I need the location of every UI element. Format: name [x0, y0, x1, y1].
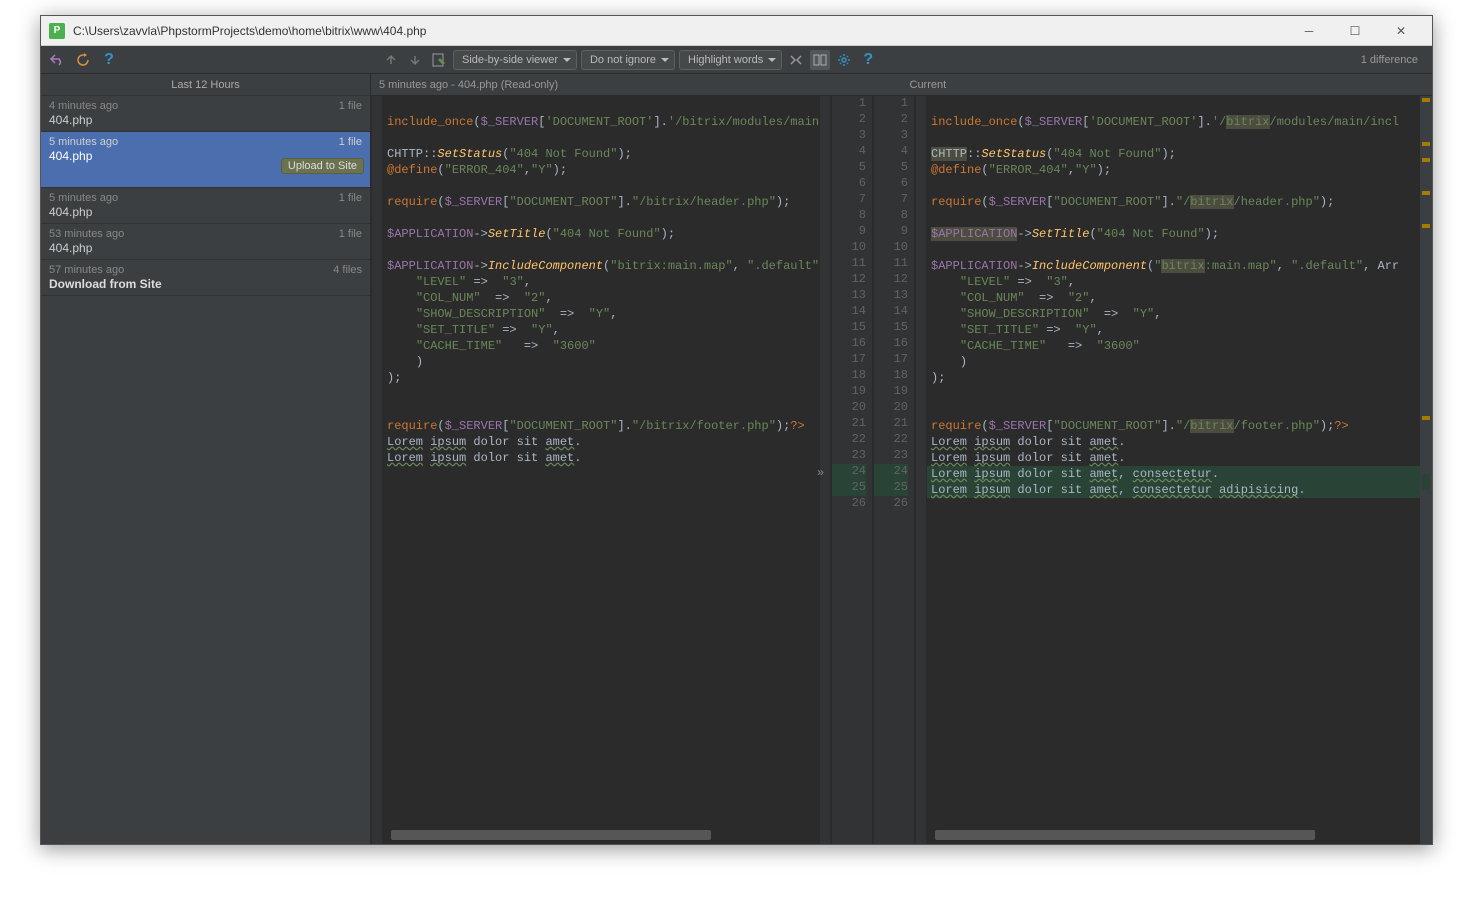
history-time: 5 minutes ago: [49, 192, 118, 204]
warning-marker[interactable]: [1422, 191, 1430, 195]
history-file: 404.php: [49, 241, 362, 255]
marker-strip[interactable]: [1420, 96, 1432, 844]
history-file-count: 4 files: [333, 264, 362, 276]
refresh-icon[interactable]: [73, 50, 93, 70]
history-file-count: 1 file: [339, 228, 362, 240]
history-item[interactable]: 5 minutes ago 1 file 404.php: [41, 188, 370, 224]
left-line-numbers: 1234567891011121314151617181920212223242…: [831, 96, 873, 844]
history-file-count: 1 file: [339, 192, 362, 204]
history-time: 4 minutes ago: [49, 100, 118, 112]
help-icon-2[interactable]: ?: [858, 50, 878, 70]
difference-count: 1 difference: [1361, 54, 1418, 66]
warning-marker[interactable]: [1422, 224, 1430, 228]
added-marker[interactable]: [1422, 474, 1430, 490]
warning-marker[interactable]: [1422, 416, 1430, 420]
titlebar: P C:\Users\zavvla\PhpstormProjects\demo\…: [41, 16, 1432, 46]
history-item[interactable]: 57 minutes ago 4 files Download from Site: [41, 260, 370, 296]
diff-header-right: Current: [902, 74, 1433, 95]
minimize-button[interactable]: ─: [1286, 17, 1332, 45]
history-item[interactable]: 5 minutes ago1 file 404.php Upload to Si…: [41, 132, 370, 188]
ignore-mode-combo[interactable]: Do not ignore: [581, 50, 675, 70]
warning-marker[interactable]: [1422, 158, 1430, 162]
left-right-gutter: »: [819, 96, 831, 844]
history-file: 404.php: [49, 113, 362, 127]
history-list[interactable]: 4 minutes ago 1 file 404.php 5 minutes ag…: [41, 96, 370, 844]
main-body: Last 12 Hours 4 minutes ago 1 file 404.ph…: [41, 74, 1432, 844]
history-item[interactable]: 4 minutes ago 1 file 404.php: [41, 96, 370, 132]
settings-icon[interactable]: [834, 50, 854, 70]
window-controls: ─ ☐ ✕: [1286, 17, 1424, 45]
history-file-count: 1 file: [339, 136, 362, 148]
highlight-mode-combo[interactable]: Highlight words: [679, 50, 782, 70]
left-fold-gutter: [371, 96, 383, 844]
history-file-count: 1 file: [339, 100, 362, 112]
diff-panes: include_once($_SERVER['DOCUMENT_ROOT'].'…: [371, 96, 1432, 844]
middle-gutter: 1234567891011121314151617181920212223242…: [831, 96, 915, 844]
upload-badge: Upload to Site: [281, 158, 364, 174]
warning-marker[interactable]: [1422, 98, 1430, 102]
right-code[interactable]: include_once($_SERVER['DOCUMENT_ROOT'].'…: [927, 96, 1420, 844]
history-item[interactable]: 53 minutes ago 1 file 404.php: [41, 224, 370, 260]
history-time: 5 minutes ago: [49, 136, 118, 148]
left-code[interactable]: include_once($_SERVER['DOCUMENT_ROOT'].'…: [383, 96, 819, 844]
ide-window: P C:\Users\zavvla\PhpstormProjects\demo\…: [40, 15, 1433, 845]
local-history-sidebar: Last 12 Hours 4 minutes ago 1 file 404.ph…: [41, 74, 371, 844]
undo-icon[interactable]: [47, 50, 67, 70]
insert-chevron-icon[interactable]: »: [817, 466, 824, 480]
help-icon[interactable]: ?: [99, 50, 119, 70]
toolbar: ? Side-by-side viewer Do not ignore High…: [41, 46, 1432, 74]
diff-area: 5 minutes ago - 404.php (Read-only) Curr…: [371, 74, 1432, 844]
diff-header-left: 5 minutes ago - 404.php (Read-only): [371, 74, 902, 95]
history-file: 404.php: [49, 205, 362, 219]
edit-source-icon[interactable]: [429, 50, 449, 70]
sync-scroll-icon[interactable]: [810, 50, 830, 70]
app-icon: P: [49, 23, 65, 39]
arrow-up-icon[interactable]: [381, 50, 401, 70]
window-title: C:\Users\zavvla\PhpstormProjects\demo\ho…: [73, 24, 1286, 38]
sidebar-header: Last 12 Hours: [41, 74, 370, 96]
arrow-down-icon[interactable]: [405, 50, 425, 70]
horizontal-scrollbar[interactable]: [935, 830, 1315, 840]
warning-marker[interactable]: [1422, 142, 1430, 146]
history-file: Download from Site: [49, 277, 362, 291]
viewer-mode-combo[interactable]: Side-by-side viewer: [453, 50, 577, 70]
right-line-numbers: 1234567891011121314151617181920212223242…: [873, 96, 915, 844]
left-pane: include_once($_SERVER['DOCUMENT_ROOT'].'…: [371, 96, 831, 844]
maximize-button[interactable]: ☐: [1332, 17, 1378, 45]
horizontal-scrollbar[interactable]: [391, 830, 711, 840]
diff-headers: 5 minutes ago - 404.php (Read-only) Curr…: [371, 74, 1432, 96]
collapse-icon[interactable]: [786, 50, 806, 70]
right-pane: include_once($_SERVER['DOCUMENT_ROOT'].'…: [915, 96, 1432, 844]
history-time: 57 minutes ago: [49, 264, 124, 276]
close-button[interactable]: ✕: [1378, 17, 1424, 45]
right-fold-gutter: [915, 96, 927, 844]
history-time: 53 minutes ago: [49, 228, 124, 240]
